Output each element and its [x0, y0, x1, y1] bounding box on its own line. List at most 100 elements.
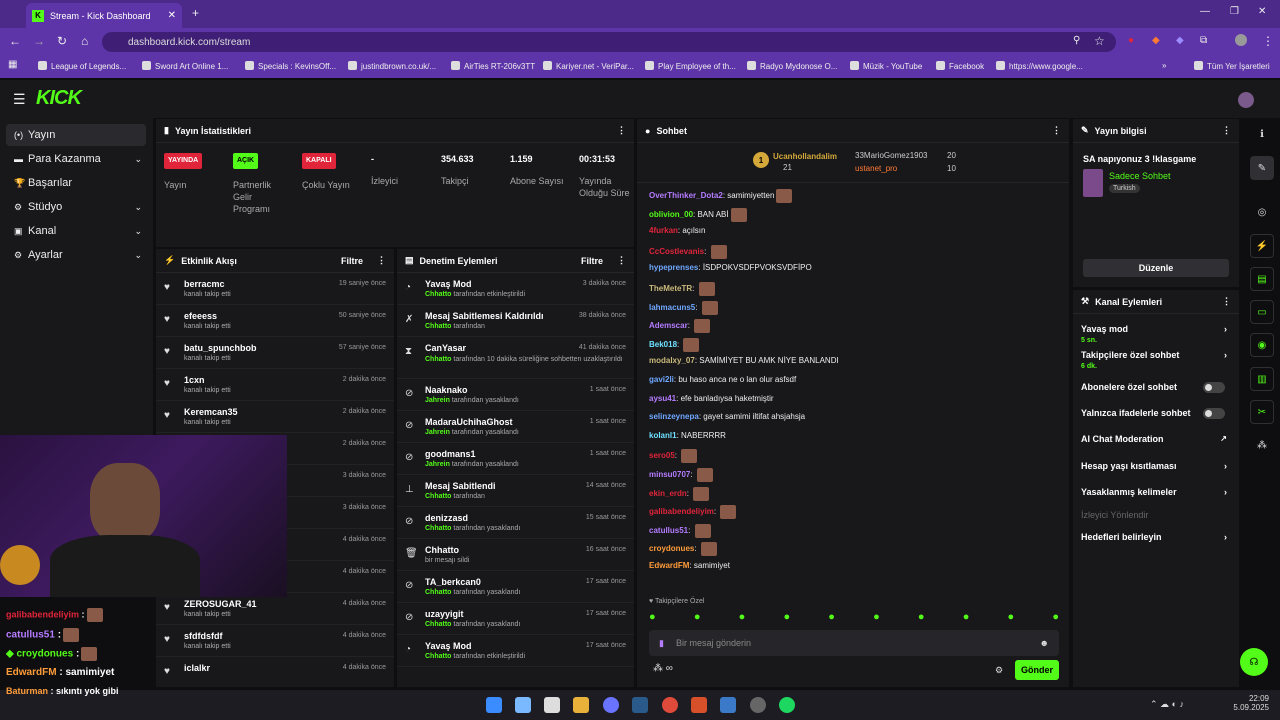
bookmark-item[interactable]: https://www.google... [996, 61, 1083, 71]
hamburger-menu-icon[interactable]: ☰ [13, 91, 26, 108]
chat-message[interactable]: TheMeteTR: [649, 282, 715, 296]
chat-message[interactable]: hypeprenses: İSDPOKVSDFPVOKSVDFİPO [649, 263, 812, 272]
home-icon[interactable]: ⌂ [81, 34, 88, 48]
action-ai-moderation[interactable]: AI Chat Moderation ↗ [1081, 434, 1231, 444]
chat-message[interactable]: lahmacuns5: [649, 300, 718, 315]
emote-icon[interactable]: ● [828, 611, 835, 627]
chat-username[interactable]: kolanl1 [649, 431, 677, 440]
chat-message[interactable]: modalxy_07: SAMİMİYET BU AMK NİYE BANLAN… [649, 356, 839, 365]
browser-menu-icon[interactable]: ⋮ [1262, 34, 1274, 48]
chat-message[interactable]: kolanl1: NABERRRR [649, 431, 726, 440]
forward-icon[interactable]: → [33, 34, 45, 48]
more-options-icon[interactable]: ⋮ [1052, 125, 1061, 136]
close-tab-icon[interactable]: ✕ [168, 10, 176, 21]
bookmark-item[interactable]: AirTies RT-206v3TT [451, 61, 535, 71]
chat-users-icon[interactable]: ⁂ ∞ [653, 663, 673, 674]
info-icon[interactable]: ℹ [1250, 122, 1274, 146]
action-followers-only[interactable]: Takipçilere özel sohbet 6 dk. › [1081, 350, 1231, 370]
emote-icon[interactable]: ● [1052, 611, 1059, 627]
chat-message[interactable]: Ademscar: [649, 319, 711, 334]
store-icon[interactable] [544, 697, 560, 713]
extension-icon[interactable]: ● [1128, 35, 1134, 46]
moderation-row[interactable]: ⊥ Mesaj Sabitlendi Chhatto tarafından 14 sa… [397, 475, 634, 507]
bookmark-item[interactable]: League of Legends... [38, 61, 126, 71]
moderation-row[interactable]: ⊘ goodmans1 Jahrein tarafından yasaklandı 1… [397, 443, 634, 475]
user-avatar[interactable] [1238, 92, 1254, 108]
chat-username[interactable]: EdwardFM [649, 561, 689, 570]
users-icon[interactable]: ⁂ [1250, 433, 1274, 457]
bookmark-item[interactable]: Kariyer.net - VeriPar... [543, 61, 634, 71]
file-explorer-icon[interactable] [573, 697, 589, 713]
pencil-icon[interactable]: ✎ [1250, 156, 1274, 180]
gear-icon[interactable]: ⚙ [995, 665, 1003, 676]
tray-icons[interactable]: ⌃ ☁ ◐ ♪ [1150, 699, 1184, 710]
activity-row[interactable]: ♥ efeeess kanalı takip etti 50 saniye önce [156, 305, 394, 337]
emote-icon[interactable]: ● [1008, 611, 1015, 627]
sidebar-item-yayin[interactable]: (•) Yayın [6, 124, 146, 146]
bookmark-item[interactable]: Sword Art Online 1... [142, 61, 228, 71]
sidebar-item-ayarlar[interactable]: ⚙ Ayarlar ⌄ [6, 244, 146, 266]
more-options-icon[interactable]: ⋮ [1222, 125, 1231, 136]
emote-icon[interactable]: ● [918, 611, 925, 627]
chat-username[interactable]: croydonues [649, 545, 694, 554]
activity-row[interactable]: ♥ Keremcan35 kanalı takip etti 2 dakika önc… [156, 401, 394, 433]
broadcast-icon[interactable]: ◉ [1250, 333, 1274, 357]
sidebar-item-para-kazanma[interactable]: ▬ Para Kazanma ⌄ [6, 148, 146, 170]
emote-icon[interactable]: ● [783, 611, 790, 627]
steam-icon[interactable] [632, 697, 648, 713]
activity-row[interactable]: ♥ iclalkr 4 dakika önce [156, 657, 394, 687]
chat-message[interactable]: EdwardFM: samimiyet [649, 561, 730, 570]
bookmark-item[interactable]: justindbrown.co.uk/... [348, 61, 436, 71]
extension-icon[interactable]: ◆ [1176, 35, 1184, 46]
maximize-icon[interactable]: ❐ [1230, 6, 1239, 17]
bookmark-item[interactable]: Facebook [936, 61, 984, 71]
activity-row[interactable]: ♥ 1cxn kanalı takip etti 2 dakika önce [156, 369, 394, 401]
mic-icon[interactable]: ▮ [659, 638, 664, 649]
more-options-icon[interactable]: ⋮ [617, 255, 626, 266]
chrome-icon[interactable] [662, 697, 678, 713]
bookmark-star-icon[interactable]: ☆ [1094, 34, 1105, 48]
activity-row[interactable]: ♥ batu_spunchbob kanalı takip etti 57 saniy… [156, 337, 394, 369]
chat-username[interactable]: sero05 [649, 452, 675, 461]
discord-icon[interactable] [603, 697, 619, 713]
moderation-row[interactable]: ⊘ TA_berkcan0 Chhatto tarafından yasakland… [397, 571, 634, 603]
profile-avatar[interactable] [1235, 34, 1247, 46]
chat-username[interactable]: TheMeteTR [649, 284, 692, 293]
moderation-row[interactable]: ⊘ Naaknako Jahrein tarafından yasaklandı 1 … [397, 379, 634, 411]
emote-icon[interactable]: ● [739, 611, 746, 627]
new-tab-icon[interactable]: + [192, 6, 199, 20]
chat-username[interactable]: Bek018 [649, 340, 677, 349]
chat-username[interactable]: lahmacuns5 [649, 303, 695, 312]
extensions-puzzle-icon[interactable]: ⧉ [1200, 35, 1207, 46]
windows-start-icon[interactable] [486, 697, 502, 713]
app-icon[interactable] [720, 697, 736, 713]
support-icon[interactable]: ☊ [1240, 648, 1268, 676]
copilot-icon[interactable] [515, 697, 531, 713]
chat-message[interactable]: sero05: [649, 449, 698, 464]
chat-message[interactable]: aysu41: efe banladıysa haketmiştir [649, 394, 774, 403]
chat-input[interactable]: ▮ Bir mesaj gönderin ☻ [649, 630, 1059, 656]
extension-icon[interactable]: ◆ [1152, 35, 1160, 46]
action-banned-words[interactable]: Yasaklanmış kelimeler › [1081, 487, 1231, 497]
chat-message[interactable]: Bek018: [649, 337, 700, 352]
chat-message[interactable]: oblivion_00: BAN ABİ [649, 207, 747, 222]
chat-username[interactable]: galibabendeliyim [649, 507, 714, 516]
chat-message[interactable]: selinzeynepa: gayet samimi iltifat ahsja… [649, 412, 805, 421]
document-icon[interactable]: ▤ [1250, 267, 1274, 291]
moderation-row[interactable]: ◔ Yavaş Mod Chhatto tarafından etkinleştir… [397, 635, 634, 667]
minimize-icon[interactable]: — [1200, 6, 1210, 17]
gifter-name[interactable]: 33MarioGomez1903 [855, 151, 927, 160]
chat-username[interactable]: minsu0707 [649, 470, 690, 479]
action-account-age[interactable]: Hesap yaşı kısıtlaması › [1081, 461, 1231, 471]
action-goals[interactable]: Hedefleri belirleyin › [1081, 532, 1231, 542]
back-icon[interactable]: ← [9, 34, 21, 48]
send-button[interactable]: Gönder [1015, 660, 1059, 680]
target-icon[interactable]: ◎ [1250, 200, 1274, 224]
emote-icon[interactable]: ● [963, 611, 970, 627]
chat-username[interactable]: Ademscar [649, 321, 688, 330]
chat-username[interactable]: modalxy_07 [649, 356, 695, 365]
emotes-only-toggle[interactable] [1203, 408, 1225, 419]
bookmark-item[interactable]: Radyo Mydonose O... [747, 61, 837, 71]
sidebar-item-kanal[interactable]: ▣ Kanal ⌄ [6, 220, 146, 242]
more-options-icon[interactable]: ⋮ [377, 255, 386, 266]
